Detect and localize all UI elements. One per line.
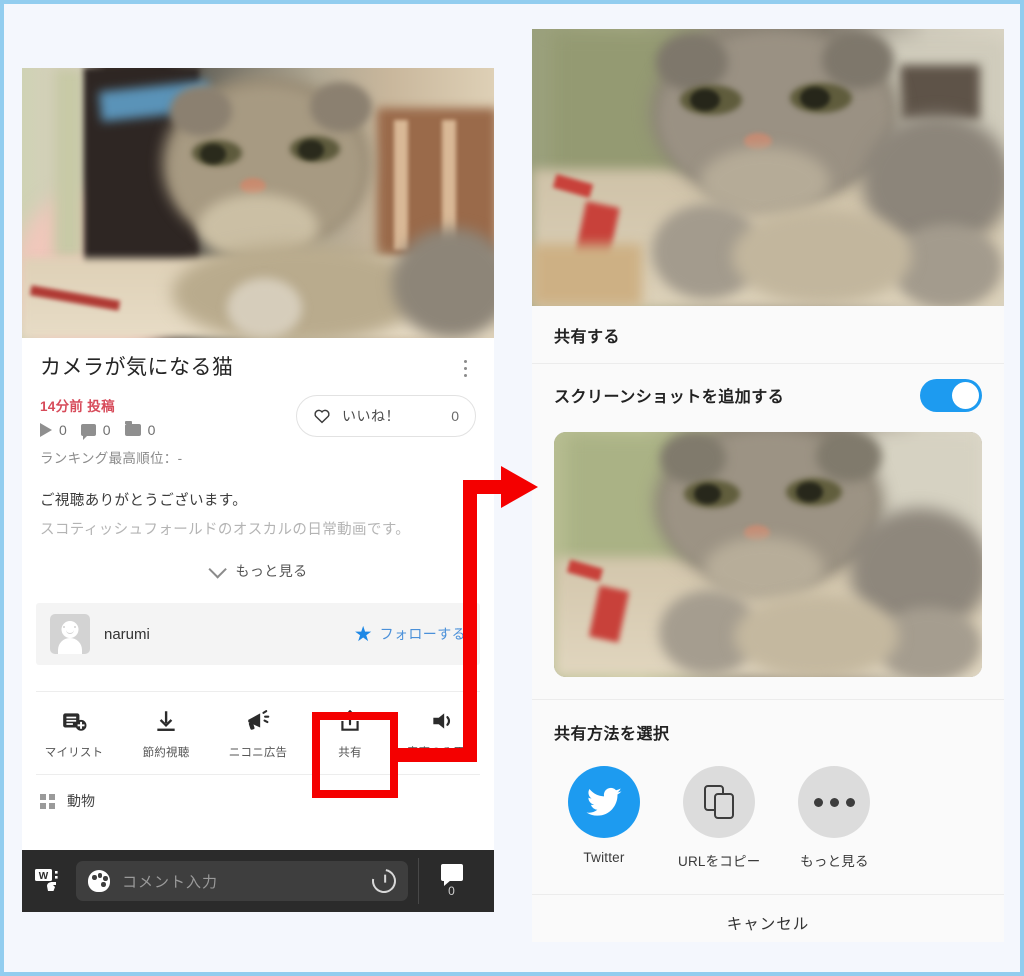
cancel-button[interactable]: キャンセル <box>532 894 1004 942</box>
share-option-more-label: もっと見る <box>800 854 869 869</box>
show-more-label: もっと見る <box>235 563 308 580</box>
sheet-title: 共有する <box>554 328 621 346</box>
ranking-text: ランキング最高順位：- <box>40 451 183 467</box>
action-audio-only[interactable]: 音声のみ再生 <box>396 708 488 760</box>
comment-type-icon[interactable]: W <box>32 864 66 898</box>
screenshot-toggle[interactable] <box>920 378 982 412</box>
description-block: ご視聴ありがとうございます。 スコティッシュフォールドのオスカルの日常動画です。… <box>22 489 494 581</box>
comment-count-button[interactable]: 0 <box>418 858 484 904</box>
page-title: カメラが気になる猫 <box>40 356 234 379</box>
like-count: 0 <box>451 408 459 425</box>
sheet-header: 共有する <box>532 306 1004 364</box>
comment-count-value: 0 <box>448 884 455 898</box>
description-line-1: ご視聴ありがとうございます。 <box>40 493 248 510</box>
share-option-copy-url[interactable]: URLをコピー <box>678 766 760 870</box>
svg-text:W: W <box>39 871 49 882</box>
action-download-label: 節約視聴 <box>142 747 190 760</box>
video-player-thumbnail[interactable] <box>532 29 1004 306</box>
share-option-copy-url-label: URLをコピー <box>678 854 761 869</box>
cat-scene-right <box>532 29 1004 306</box>
action-download[interactable]: 節約視聴 <box>120 708 212 760</box>
share-method-section: 共有方法を選択 Twitter URLをコピー もっと見る <box>532 700 1004 894</box>
video-detail-panel: カメラが気になる猫 14分前 投稿 0 0 0 ランキング最高順位：- いいね！… <box>22 68 494 912</box>
stat-play: 0 <box>40 422 67 438</box>
cancel-label: キャンセル <box>726 915 810 933</box>
audio-only-icon <box>429 708 455 734</box>
stats-list: 0 0 0 <box>40 421 182 441</box>
tag-row[interactable]: 動物 <box>22 775 494 811</box>
stats-block: 14分前 投稿 0 0 0 ランキング最高順位：- <box>40 395 182 467</box>
action-audio-only-label: 音声のみ再生 <box>406 747 478 760</box>
posted-time: 14分前 投稿 <box>40 399 115 415</box>
mylist-add-icon <box>61 708 87 734</box>
palette-icon <box>88 870 110 892</box>
avatar <box>50 614 90 655</box>
share-option-twitter[interactable]: Twitter <box>568 766 640 870</box>
like-button[interactable]: いいね！ 0 <box>296 395 476 438</box>
chevron-down-icon <box>207 559 227 579</box>
copy-link-icon <box>683 766 756 838</box>
share-option-more[interactable]: もっと見る <box>798 766 871 870</box>
follow-label: フォローする <box>379 626 466 643</box>
more-horizontal-icon <box>798 766 871 838</box>
comment-bubble-icon <box>440 864 463 886</box>
like-label: いいね！ <box>342 408 400 425</box>
play-icon <box>40 423 52 438</box>
action-share[interactable]: 共有 <box>304 708 396 760</box>
show-more-button[interactable]: もっと見る <box>40 559 476 581</box>
megaphone-icon <box>245 708 271 734</box>
history-icon[interactable] <box>367 864 401 898</box>
follow-button[interactable]: ★ フォローする <box>354 624 466 645</box>
comment-bar: W コメント入力 0 <box>22 850 494 912</box>
sub-row: 14分前 投稿 0 0 0 ランキング最高順位：- いいね！ 0 <box>40 395 476 467</box>
video-meta: カメラが気になる猫 14分前 投稿 0 0 0 ランキング最高順位：- いいね！… <box>22 338 494 467</box>
cat-scene-left <box>22 68 494 338</box>
author-name: narumi <box>104 625 150 643</box>
twitter-icon <box>568 766 640 838</box>
heart-icon <box>313 407 331 425</box>
grid-icon <box>40 793 55 809</box>
share-options-list: Twitter URLをコピー もっと見る <box>554 744 982 894</box>
toggle-knob <box>952 381 979 409</box>
screenshot-root: カメラが気になる猫 14分前 投稿 0 0 0 ランキング最高順位：- いいね！… <box>0 0 1024 976</box>
cat-screenshot-scene <box>554 432 982 677</box>
action-ad-label: ニコニ広告 <box>228 747 288 760</box>
action-mylist[interactable]: マイリスト <box>28 708 120 760</box>
description-line-2: スコティッシュフォールドのオスカルの日常動画です。 <box>40 522 411 539</box>
mylist-folder-icon <box>124 421 141 437</box>
download-icon <box>153 708 179 734</box>
action-share-label: 共有 <box>338 747 362 760</box>
comment-input[interactable]: コメント入力 <box>76 861 408 901</box>
tag-label: 動物 <box>67 793 95 810</box>
stat-comment-value: 0 <box>102 422 111 439</box>
stat-mylist: 0 <box>124 421 156 439</box>
action-mylist-label: マイリスト <box>44 747 104 760</box>
comment-input-placeholder: コメント入力 <box>122 873 219 891</box>
screenshot-toggle-row: スクリーンショットを追加する <box>532 364 1004 426</box>
spacer <box>532 677 1004 699</box>
stat-comment: 0 <box>80 422 111 441</box>
video-player-thumbnail[interactable] <box>22 68 494 338</box>
stat-play-value: 0 <box>59 422 67 439</box>
more-vertical-icon[interactable] <box>454 354 476 377</box>
share-section-title: 共有方法を選択 <box>554 726 670 743</box>
star-icon: ★ <box>353 622 373 646</box>
comment-icon <box>80 424 96 441</box>
share-icon <box>337 708 363 734</box>
author-card[interactable]: narumi ★ フォローする <box>36 603 480 666</box>
stat-mylist-value: 0 <box>147 422 156 439</box>
share-option-twitter-label: Twitter <box>583 850 625 865</box>
share-sheet-panel: 共有する スクリーンショットを追加する 共有方法を選択 Twitter URLを… <box>532 29 1004 942</box>
screenshot-toggle-label: スクリーンショットを追加する <box>554 389 785 406</box>
action-ad[interactable]: ニコニ広告 <box>212 708 304 760</box>
action-bar: マイリスト 節約視聴 ニコニ広告 共有 音声のみ再生 <box>22 692 494 774</box>
screenshot-preview[interactable] <box>554 432 982 677</box>
title-row: カメラが気になる猫 <box>40 354 476 381</box>
